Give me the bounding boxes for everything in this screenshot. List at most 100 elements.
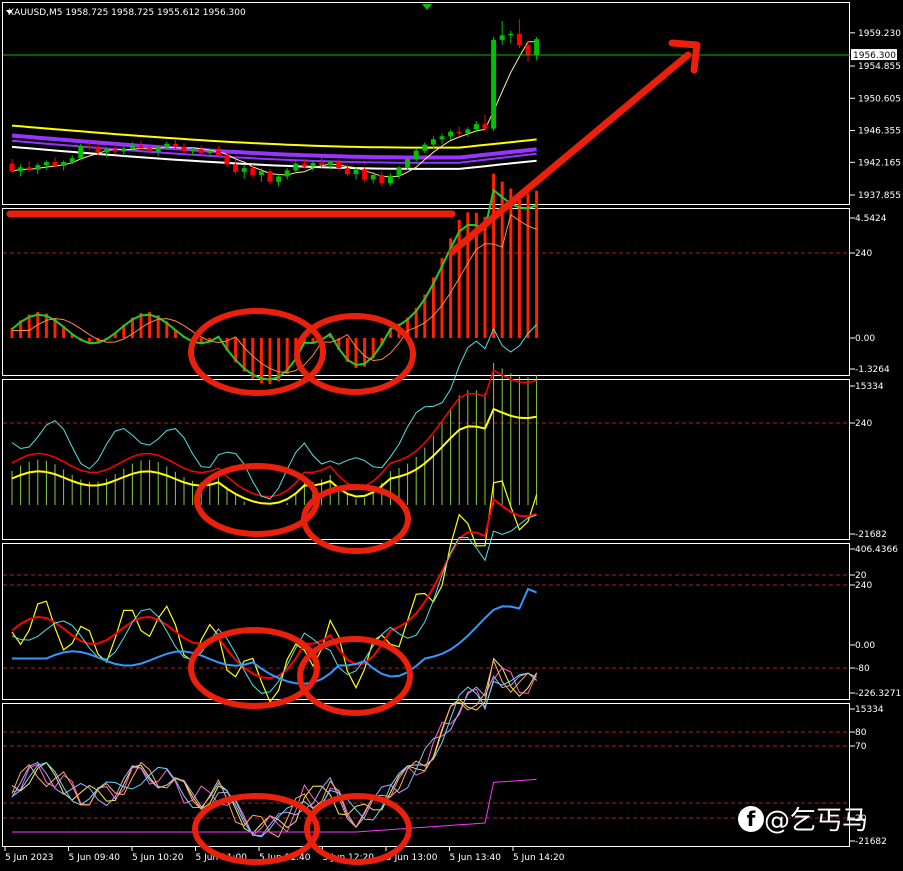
candle-body — [370, 174, 376, 180]
oscillator-pane-3-frame — [2, 543, 850, 700]
osc-tick-label: 4.5424 — [855, 214, 887, 224]
osc1-histogram-bar — [251, 338, 255, 379]
price-tick-label: 1959.230 — [858, 29, 901, 39]
osc1-histogram-bar — [259, 338, 263, 384]
candle-body — [104, 149, 110, 153]
candle-body — [69, 158, 75, 163]
osc-tick-label: 240 — [855, 419, 872, 429]
candle-body — [129, 145, 135, 149]
main-pane-frame — [2, 2, 850, 205]
oscillator-pane-2-frame — [2, 379, 850, 540]
candle-body — [499, 35, 505, 40]
osc-tick-label: -226.3271 — [855, 689, 901, 699]
annotations — [6, 39, 701, 865]
osc-tick-label: 80 — [855, 728, 867, 738]
chart-canvas: XAUUSD,M5 1958.725 1958.725 1955.612 195… — [2, 2, 901, 865]
osc3-line-red — [11, 497, 537, 680]
highlight-ellipse — [194, 463, 320, 537]
osc1-histogram-bar — [535, 190, 539, 338]
osc1-histogram-bar — [10, 328, 14, 338]
candle-body — [233, 164, 239, 172]
candle-body — [353, 169, 359, 175]
time-tick-label: 5 Jun 13:40 — [450, 853, 502, 863]
candle-body — [379, 174, 385, 184]
osc4-line-2 — [11, 672, 537, 838]
osc-tick-label: -21682 — [855, 837, 887, 847]
candle-body — [121, 148, 127, 152]
osc-tick-label: 15334 — [855, 382, 884, 392]
candle-body — [267, 171, 273, 182]
osc-tick-label: 0.00 — [855, 641, 875, 651]
candle-body — [456, 131, 462, 134]
candle-body — [327, 162, 333, 166]
osc4-line-1 — [11, 667, 538, 837]
candle-body — [301, 163, 307, 167]
osc1-histogram-bar — [509, 188, 513, 338]
candle-body — [61, 162, 67, 166]
candle-body — [147, 148, 153, 152]
candle-body — [405, 159, 411, 168]
candle-body — [198, 149, 204, 153]
candle-body — [482, 124, 488, 129]
candle-body — [439, 136, 445, 140]
price-tick-label: 1942.165 — [858, 158, 901, 168]
candle-body — [310, 162, 316, 167]
candle-body — [215, 150, 221, 156]
candle-body — [95, 147, 101, 153]
candle-body — [164, 143, 170, 148]
osc-tick-label: 0.00 — [855, 334, 875, 344]
osc3-line-blue — [12, 587, 537, 685]
candle-body — [241, 168, 247, 172]
candle-body — [112, 149, 118, 152]
osc1-histogram-bar — [277, 338, 281, 382]
candle-body — [362, 169, 368, 180]
osc1-histogram-bar — [517, 193, 521, 338]
candle-body — [534, 39, 540, 56]
time-tick-label: 5 Jun 10:20 — [132, 853, 184, 863]
osc4-line-magenta — [12, 778, 537, 833]
candle-body — [319, 162, 325, 166]
candle-body — [86, 146, 92, 148]
osc-tick-label: 70 — [855, 742, 867, 752]
osc1-histogram-bar — [483, 216, 487, 338]
candle-body — [190, 149, 196, 151]
candle-body — [78, 146, 84, 159]
candle-body — [276, 176, 282, 182]
candle-body — [430, 139, 436, 145]
highlight-ellipse — [192, 793, 320, 865]
candle-body — [448, 131, 454, 137]
time-tick-label: 5 Jun 14:20 — [513, 853, 565, 863]
osc-tick-label: 240 — [855, 581, 872, 591]
osc-tick-label: 15334 — [855, 705, 884, 715]
candle-body — [473, 124, 479, 130]
osc-tick-label: -80 — [855, 664, 870, 674]
osc1-histogram-bar — [526, 193, 530, 338]
candle-body — [172, 143, 178, 147]
candle-body — [258, 171, 264, 175]
time-tick-label: 5 Jun 2023 — [5, 853, 53, 863]
osc-tick-label: -21682 — [855, 530, 887, 540]
osc-tick-label: 406.4366 — [855, 545, 898, 555]
candle-body — [181, 146, 187, 151]
price-tick-label: 1950.605 — [858, 94, 901, 104]
watermark: f @乞丐马 — [738, 800, 868, 837]
candle-body — [387, 175, 393, 184]
candle-body — [508, 33, 514, 36]
osc1-histogram-bar — [466, 212, 470, 338]
facebook-icon: f — [738, 805, 764, 832]
candle-body — [525, 45, 531, 56]
watermark-text: @乞丐马 — [764, 806, 869, 836]
candle-body — [293, 163, 299, 171]
time-tick-label: 5 Jun 09:40 — [69, 853, 121, 863]
oscillator-pane-1-frame — [2, 208, 850, 376]
osc3-line-yellow — [11, 480, 538, 703]
candle-body — [207, 150, 213, 153]
candle-body — [138, 145, 144, 149]
ma-long-yellow — [11, 124, 537, 149]
shift-marker-icon[interactable] — [422, 4, 432, 10]
candle-body — [26, 167, 32, 170]
highlight-ellipse — [188, 308, 326, 396]
osc-tick-label: -1.3264 — [855, 365, 890, 375]
symbol-label: XAUUSD,M5 1958.725 1958.725 1955.612 195… — [8, 8, 246, 18]
candle-body — [465, 129, 471, 134]
